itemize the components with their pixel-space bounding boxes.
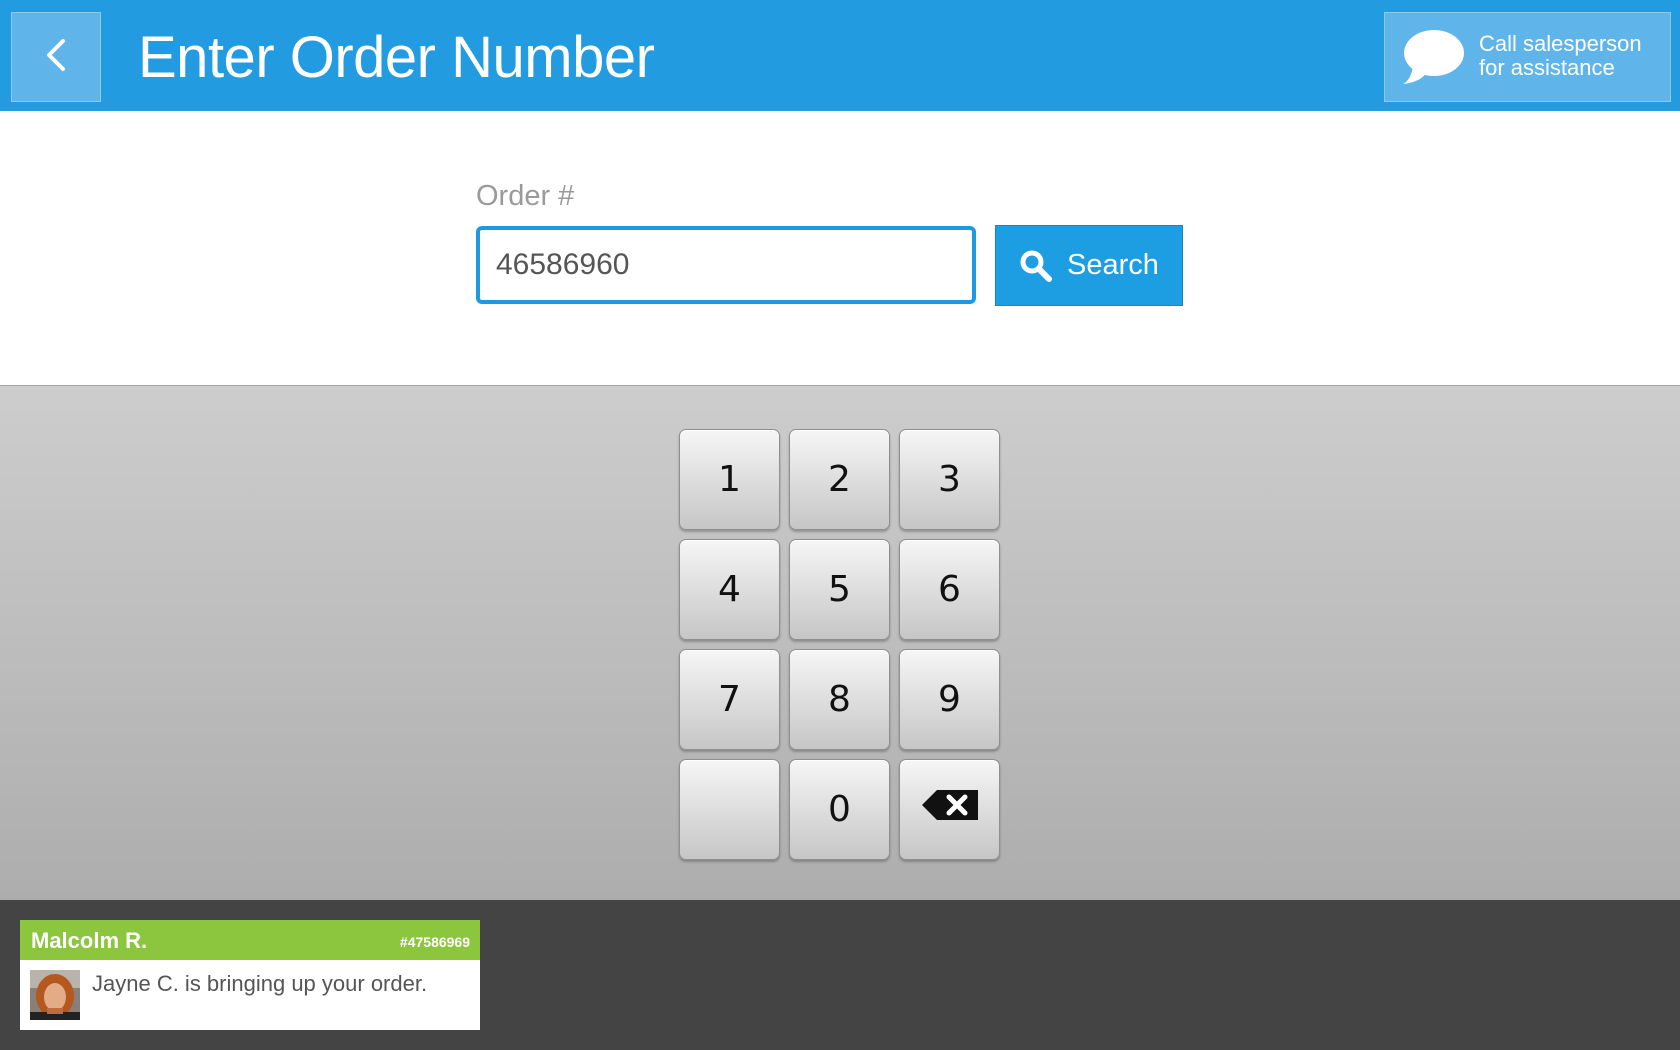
call-salesperson-line-1: Call salesperson [1479,31,1642,56]
notification-order-number: #47586969 [399,934,470,950]
back-button[interactable] [11,12,101,102]
avatar [30,970,80,1020]
key-2[interactable]: 2 [789,429,890,530]
page-title: Enter Order Number [138,25,655,90]
key-6[interactable]: 6 [899,539,1000,640]
key-blank[interactable] [679,759,780,860]
search-button[interactable]: Search [995,225,1183,306]
call-salesperson-button[interactable]: Call salesperson for assistance [1384,12,1671,102]
keypad-panel: 1 2 3 4 5 6 7 8 9 0 [0,385,1680,900]
key-9[interactable]: 9 [899,649,1000,750]
chevron-left-icon [43,35,69,80]
key-1[interactable]: 1 [679,429,780,530]
speech-bubble-icon [1401,28,1465,91]
backspace-key[interactable] [899,759,1000,860]
order-notification-card[interactable]: Malcolm R. #47586969 Jayne C. is bringin… [20,920,480,1030]
key-8[interactable]: 8 [789,649,890,750]
key-3[interactable]: 3 [899,429,1000,530]
notification-header: Malcolm R. #47586969 [20,920,480,960]
key-7[interactable]: 7 [679,649,780,750]
header-bar: Enter Order Number Call salesperson for … [0,0,1680,111]
key-5[interactable]: 5 [789,539,890,640]
order-number-input[interactable] [476,226,976,304]
bottom-notification-bar: Malcolm R. #47586969 Jayne C. is bringin… [0,900,1680,1050]
call-salesperson-label: Call salesperson for assistance [1479,32,1664,80]
call-salesperson-line-2: for assistance [1479,55,1615,80]
notification-message: Jayne C. is bringing up your order. [92,971,428,996]
customer-name: Malcolm R. [31,928,148,953]
key-4[interactable]: 4 [679,539,780,640]
key-0[interactable]: 0 [789,759,890,860]
order-number-label: Order # [476,180,575,212]
backspace-icon [921,789,979,830]
search-button-label: Search [1067,249,1159,281]
search-icon [1019,249,1053,283]
